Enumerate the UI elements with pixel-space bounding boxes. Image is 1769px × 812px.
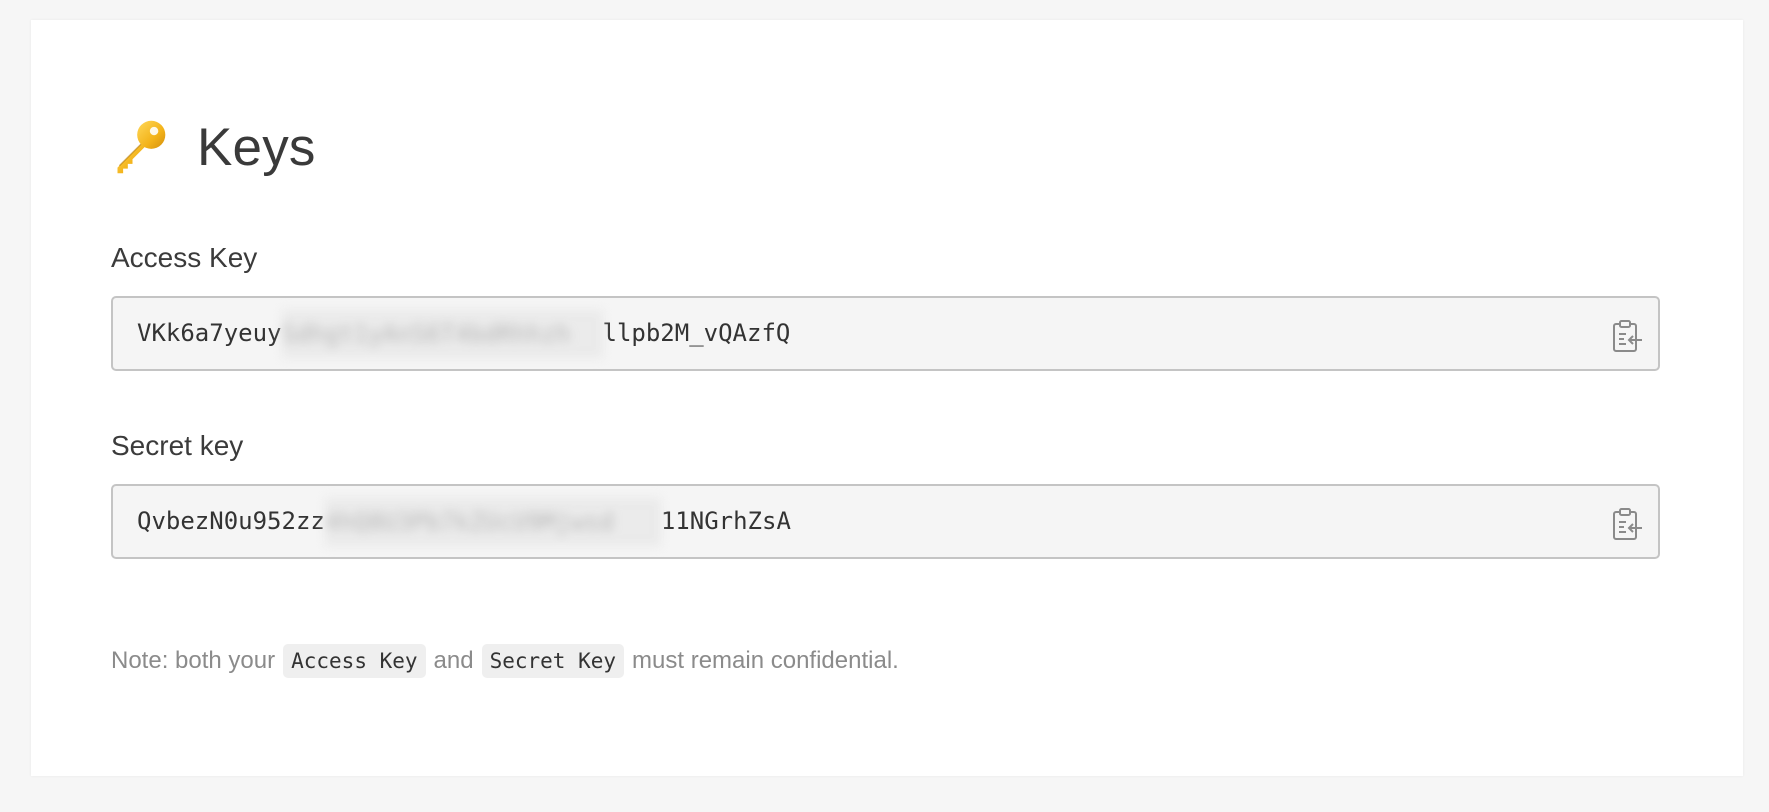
- copy-access-key-button[interactable]: [1612, 319, 1644, 353]
- secret-key-field[interactable]: QvbezN0u952zz 4hQ8U3Pb7kZUcU9Mjwsd 11NGrhZ…: [111, 484, 1660, 559]
- clipboard-icon: [1613, 320, 1642, 352]
- note-prefix: Note: both your: [111, 647, 276, 674]
- access-key-value-end: llpb2M_vQAzfQ: [602, 319, 791, 347]
- access-key-value[interactable]: VKk6a7yeuy Sdhgt1yAnS6T4bdRhhzh llpb2M_vQA…: [137, 298, 790, 369]
- confidentiality-note: Note: both your Access Key and Secret Ke…: [111, 644, 899, 678]
- clipboard-icon: [1613, 508, 1642, 540]
- access-key-value-start: VKk6a7yeuy: [137, 319, 282, 347]
- secret-key-value-start: QvbezN0u952zz: [137, 507, 325, 535]
- secret-key-label: Secret key: [111, 430, 244, 461]
- page-title: Keys: [197, 117, 316, 177]
- copy-secret-key-button[interactable]: [1612, 507, 1644, 541]
- secret-key-value-end: 11NGrhZsA: [660, 507, 791, 535]
- key-icon: [117, 120, 166, 174]
- secret-key-value[interactable]: QvbezN0u952zz 4hQ8U3Pb7kZUcU9Mjwsd 11NGrhZ…: [137, 486, 791, 557]
- note-middle: and: [433, 647, 474, 674]
- note-suffix: must remain confidential.: [632, 647, 899, 674]
- note-code-secret-key: Secret Key: [481, 644, 625, 678]
- access-key-field[interactable]: VKk6a7yeuy Sdhgt1yAnS6T4bdRhhzh llpb2M_vQA…: [111, 296, 1660, 371]
- secret-key-redacted: 4hQ8U3Pb7kZUcU9Mjwsd: [324, 497, 661, 546]
- keys-card: Keys Access Key VKk6a7yeuy Sdhgt1yAnS6T4b…: [31, 20, 1743, 776]
- page-header: Keys: [110, 104, 316, 190]
- note-code-access-key: Access Key: [283, 644, 426, 678]
- access-key-label: Access Key: [111, 242, 258, 273]
- access-key-redacted: Sdhgt1yAnS6T4bdRhhzh: [281, 309, 603, 358]
